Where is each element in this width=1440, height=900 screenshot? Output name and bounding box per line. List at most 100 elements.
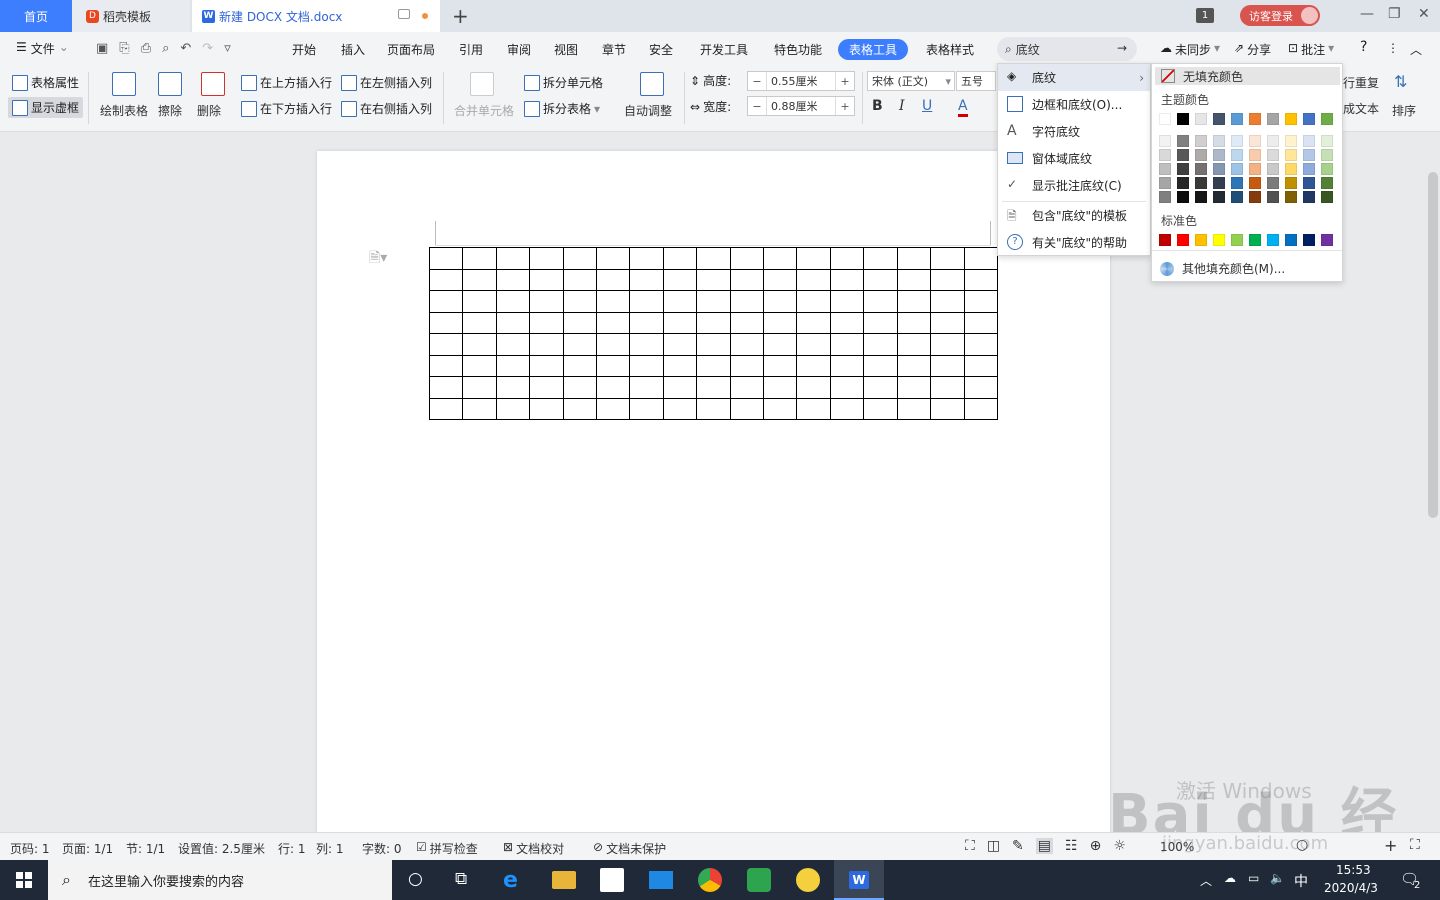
theme-shade-swatch[interactable]: [1159, 191, 1171, 203]
increment-icon[interactable]: +: [836, 75, 854, 88]
status-section[interactable]: 节: 1/1: [126, 840, 165, 857]
height-stepper[interactable]: −0.55厘米 +: [747, 71, 855, 91]
theme-color-swatch[interactable]: [1285, 113, 1297, 125]
table-cell[interactable]: [829, 311, 865, 334]
table-cell[interactable]: [596, 268, 631, 291]
tab-template[interactable]: D 稻壳模板: [72, 0, 190, 32]
web-view-icon[interactable]: ⊕: [1090, 838, 1102, 854]
decrement-icon[interactable]: −: [748, 100, 766, 113]
menu-item-help[interactable]: ? 有关"底纹"的帮助: [998, 229, 1150, 256]
table-cell[interactable]: [495, 290, 531, 313]
menu-table-style[interactable]: 表格样式: [926, 41, 974, 58]
table-cell[interactable]: [696, 311, 731, 334]
standard-color-swatch[interactable]: [1177, 234, 1189, 246]
table-cell[interactable]: [930, 397, 965, 420]
standard-color-swatch[interactable]: [1285, 234, 1297, 246]
font-select[interactable]: 宋体 (正文) ▾: [867, 71, 955, 91]
theme-shade-swatch[interactable]: [1267, 163, 1279, 175]
theme-shade-swatch[interactable]: [1303, 163, 1315, 175]
standard-color-swatch[interactable]: [1249, 234, 1261, 246]
standard-color-swatch[interactable]: [1267, 234, 1279, 246]
table-cell[interactable]: [863, 376, 898, 399]
spell-check-button[interactable]: ☑ 拼写检查: [416, 840, 478, 857]
fit-page-icon[interactable]: ⛶: [1410, 837, 1420, 853]
font-color-button[interactable]: A: [958, 98, 968, 117]
menu-view[interactable]: 视图: [554, 41, 578, 58]
table-cell[interactable]: [829, 354, 865, 377]
table-cell[interactable]: [696, 268, 731, 291]
table-cell[interactable]: [562, 247, 598, 270]
insert-above-button[interactable]: 在上方插入行: [241, 74, 332, 91]
table-cell[interactable]: [495, 247, 531, 270]
more-options-icon[interactable]: ⋮: [1387, 41, 1399, 55]
theme-color-swatch[interactable]: [1177, 113, 1189, 125]
theme-shade-swatch[interactable]: [1231, 191, 1243, 203]
theme-shade-swatch[interactable]: [1213, 191, 1225, 203]
windows-start-icon[interactable]: [16, 872, 32, 888]
table-cell[interactable]: [696, 376, 731, 399]
table-cell[interactable]: [529, 376, 564, 399]
volume-icon[interactable]: 🔈: [1270, 871, 1285, 885]
theme-color-swatch[interactable]: [1159, 113, 1171, 125]
window-icon[interactable]: [398, 9, 410, 19]
table-cell[interactable]: [562, 354, 598, 377]
table-cell[interactable]: [930, 268, 965, 291]
page-view-icon[interactable]: ▤: [1035, 838, 1054, 854]
theme-shade-swatch[interactable]: [1195, 191, 1207, 203]
table-cell[interactable]: [763, 311, 798, 334]
table-cell[interactable]: [863, 354, 898, 377]
theme-shade-swatch[interactable]: [1195, 149, 1207, 161]
theme-shade-swatch[interactable]: [1321, 177, 1333, 189]
standard-color-swatch[interactable]: [1321, 234, 1333, 246]
table-cell[interactable]: [495, 268, 531, 291]
theme-color-swatch[interactable]: [1231, 113, 1243, 125]
table-cell[interactable]: [796, 376, 831, 399]
size-select[interactable]: 五号: [956, 71, 996, 91]
table-cell[interactable]: [428, 354, 464, 377]
table-cell[interactable]: [629, 268, 664, 291]
table-cell[interactable]: [896, 376, 932, 399]
menu-insert[interactable]: 插入: [341, 41, 365, 58]
theme-shade-swatch[interactable]: [1231, 177, 1243, 189]
theme-shade-swatch[interactable]: [1267, 135, 1279, 147]
menu-item-templates[interactable]: 🗎 包含"底纹"的模板: [998, 202, 1150, 229]
width-stepper[interactable]: −0.88厘米 +: [747, 96, 855, 116]
minimize-icon[interactable]: —: [1360, 6, 1374, 22]
table-cell[interactable]: [562, 268, 598, 291]
theme-shade-swatch[interactable]: [1177, 135, 1189, 147]
table-cell[interactable]: [662, 397, 698, 420]
theme-shade-swatch[interactable]: [1303, 149, 1315, 161]
table-cell[interactable]: [428, 397, 464, 420]
table-cell[interactable]: [763, 247, 798, 270]
collapse-ribbon-icon[interactable]: ︿: [1410, 41, 1422, 58]
table-cell[interactable]: [629, 333, 664, 356]
table-cell[interactable]: [963, 290, 998, 313]
table-cell[interactable]: [529, 311, 564, 334]
read-mode-icon[interactable]: ◫: [987, 838, 1000, 854]
theme-shade-swatch[interactable]: [1249, 149, 1261, 161]
edge-icon[interactable]: e: [503, 868, 527, 893]
search-input[interactable]: 底纹: [1016, 41, 1040, 58]
theme-color-swatch[interactable]: [1321, 113, 1333, 125]
table-cell[interactable]: [662, 311, 698, 334]
table-cell[interactable]: [596, 397, 631, 420]
table-cell[interactable]: [529, 268, 564, 291]
table-cell[interactable]: [829, 247, 865, 270]
theme-shade-swatch[interactable]: [1213, 149, 1225, 161]
chevron-up-icon[interactable]: ︿: [1200, 872, 1212, 889]
table-cell[interactable]: [629, 311, 664, 334]
theme-shade-swatch[interactable]: [1159, 149, 1171, 161]
theme-shade-swatch[interactable]: [1285, 149, 1297, 161]
table-cell[interactable]: [829, 397, 865, 420]
table-cell[interactable]: [495, 354, 531, 377]
menu-review[interactable]: 审阅: [507, 41, 531, 58]
theme-shade-swatch[interactable]: [1231, 149, 1243, 161]
scrollbar-thumb[interactable]: [1428, 172, 1438, 518]
table-cell[interactable]: [596, 354, 631, 377]
theme-shade-swatch[interactable]: [1213, 163, 1225, 175]
standard-color-swatch[interactable]: [1195, 234, 1207, 246]
paragraph-options-icon[interactable]: 🗎▾: [369, 247, 387, 271]
table-cell[interactable]: [930, 290, 965, 313]
standard-color-swatch[interactable]: [1303, 234, 1315, 246]
cloud-icon[interactable]: ☁: [1224, 871, 1236, 885]
